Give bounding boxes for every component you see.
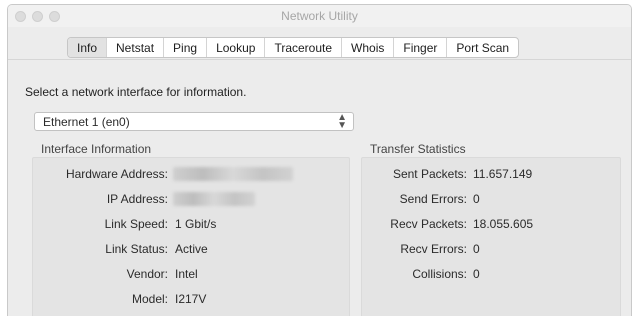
collisions-value: 0: [473, 267, 480, 281]
interface-info-group: Hardware Address: IP Address: Link Speed…: [32, 157, 350, 316]
window-title: Network Utility: [281, 9, 358, 23]
transfer-stats-heading: Transfer Statistics: [370, 142, 466, 156]
collisions-label: Collisions:: [412, 267, 467, 281]
link-status-value: Active: [175, 242, 208, 256]
tab-ping[interactable]: Ping: [163, 38, 206, 57]
sent-packets-value: 11.657.149: [473, 167, 533, 181]
hardware-address-value: [173, 167, 293, 181]
ip-address-label: IP Address:: [106, 192, 168, 206]
vendor-value: Intel: [175, 267, 198, 281]
network-utility-window: Network Utility Info Netstat Ping Lookup…: [7, 4, 632, 316]
ip-address-value: [173, 192, 255, 206]
recv-packets-value: 18.055.605: [473, 217, 534, 231]
info-pane: Select a network interface for informati…: [8, 59, 631, 316]
transfer-stats-group: Sent Packets: 11.657.149 Send Errors: 0 …: [361, 157, 621, 316]
model-value: I217V: [175, 292, 207, 306]
tab-traceroute[interactable]: Traceroute: [264, 38, 341, 57]
model-label: Model:: [131, 292, 168, 306]
link-speed-label: Link Speed:: [104, 217, 168, 231]
tab-finger[interactable]: Finger: [393, 38, 446, 57]
chevron-updown-icon: ▲ ▼: [337, 112, 347, 131]
hardware-address-label: Hardware Address:: [65, 167, 168, 181]
tab-lookup[interactable]: Lookup: [206, 38, 264, 57]
tab-whois[interactable]: Whois: [341, 38, 393, 57]
link-speed-value: 1 Gbit/s: [175, 217, 217, 231]
recv-packets-label: Recv Packets:: [390, 217, 467, 231]
tab-bar: Info Netstat Ping Lookup Traceroute Whoi…: [67, 37, 520, 58]
recv-errors-label: Recv Errors:: [400, 242, 467, 256]
interface-select-value: Ethernet 1 (en0): [43, 114, 130, 129]
interface-select[interactable]: Ethernet 1 (en0) ▲ ▼: [34, 112, 354, 131]
send-errors-value: 0: [473, 192, 480, 206]
interface-info-heading: Interface Information: [41, 142, 152, 156]
instruction-text: Select a network interface for informati…: [25, 85, 247, 99]
title-bar: Network Utility: [8, 5, 631, 27]
recv-errors-value: 0: [473, 242, 480, 256]
tab-info[interactable]: Info: [68, 38, 107, 57]
send-errors-label: Send Errors:: [399, 192, 467, 206]
tab-port-scan[interactable]: Port Scan: [446, 38, 518, 57]
vendor-label: Vendor:: [126, 267, 168, 281]
sent-packets-label: Sent Packets:: [392, 167, 467, 181]
link-status-label: Link Status:: [105, 242, 168, 256]
tab-netstat[interactable]: Netstat: [106, 38, 163, 57]
